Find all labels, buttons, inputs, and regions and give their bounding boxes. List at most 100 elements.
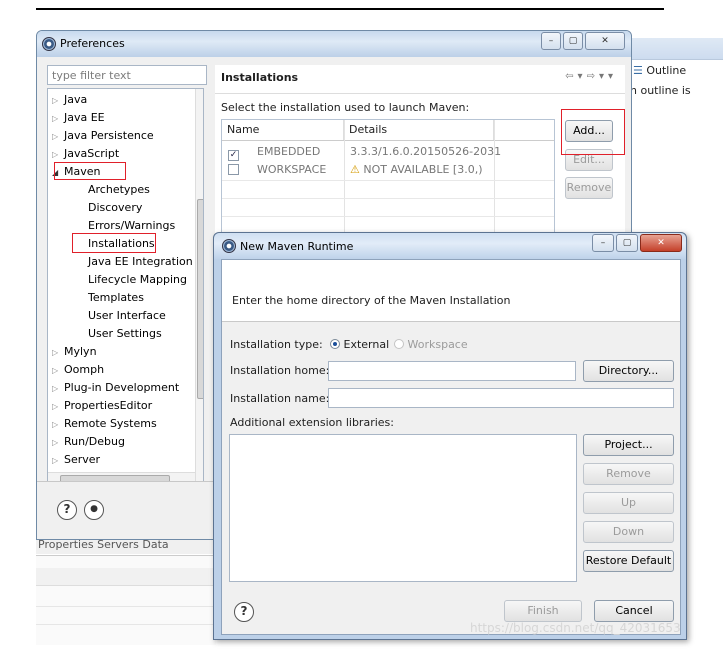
expand-arrow-icon: ▷ <box>52 96 59 105</box>
page-nav-arrows[interactable]: ⇦▾⇨▾▾ <box>565 71 617 82</box>
select-installation-text: Select the installation used to launch M… <box>221 101 470 114</box>
import-export-icon[interactable]: ● <box>84 500 104 520</box>
installations-highlight-box <box>72 233 156 253</box>
workbench-view-strip <box>630 38 723 60</box>
maximize-button[interactable]: ▢ <box>563 32 583 50</box>
expand-arrow-icon: ▷ <box>52 348 59 357</box>
remove-library-button[interactable]: Remove <box>583 463 674 485</box>
installation-type-label: Installation type: <box>230 338 323 351</box>
dialog-title: New Maven Runtime <box>240 240 354 253</box>
tree-item-java-ee[interactable]: ▷ Java EE <box>52 111 105 124</box>
tree-item-label: Templates <box>88 291 144 304</box>
down-button[interactable]: Down <box>583 521 674 543</box>
tree-vertical-scrollbar[interactable] <box>195 89 203 482</box>
maximize-button[interactable]: ▢ <box>616 234 638 252</box>
tree-item-java[interactable]: ▷ Java <box>52 93 87 106</box>
outline-message: n outline is <box>630 84 691 97</box>
finish-button[interactable]: Finish <box>504 600 582 622</box>
external-radio[interactable]: External <box>330 338 389 351</box>
installation-details: 3.3.3/1.6.0.20150526-2031 <box>350 145 502 158</box>
minimize-button[interactable]: – <box>592 234 614 252</box>
tree-item-label: Lifecycle Mapping <box>88 273 187 286</box>
outline-icon: ☰ <box>633 64 647 77</box>
tree-item-lifecycle-mapping[interactable]: Lifecycle Mapping <box>88 273 187 286</box>
tree-item-javascript[interactable]: ▷ JavaScript <box>52 147 119 160</box>
installation-details-cell: ⚠ NOT AVAILABLE [3.0,) <box>350 163 483 176</box>
tree-item-label: Java EE Integration <box>88 255 193 268</box>
expand-arrow-icon: ▷ <box>52 132 59 141</box>
bottom-view-panel <box>36 555 216 645</box>
radio-unselected-icon <box>394 339 404 349</box>
close-button[interactable]: ✕ <box>640 234 682 252</box>
external-radio-label: External <box>343 338 390 351</box>
tree-item-user-settings[interactable]: User Settings <box>88 327 162 340</box>
expand-arrow-icon: ▷ <box>52 420 59 429</box>
eclipse-icon <box>222 239 236 253</box>
bottom-view-row <box>36 624 216 625</box>
tree-item-server[interactable]: ▷ Server <box>52 453 100 466</box>
tree-item-java-ee-integration[interactable]: Java EE Integration <box>88 255 193 268</box>
column-header-name[interactable]: Name <box>222 120 344 140</box>
tree-item-label: Remote Systems <box>64 417 157 430</box>
installation-name: EMBEDDED <box>257 145 321 158</box>
tree-item-oomph[interactable]: ▷ Oomph <box>52 363 104 376</box>
help-icon[interactable]: ? <box>234 602 254 622</box>
page-title: Installations <box>221 71 299 84</box>
column-header-details[interactable]: Details <box>344 120 494 140</box>
tree-item-label: Plug-in Development <box>64 381 180 394</box>
tree-item-discovery[interactable]: Discovery <box>88 201 142 214</box>
installation-home-field[interactable] <box>328 361 576 381</box>
tree-item-run-debug[interactable]: ▷ Run/Debug <box>52 435 125 448</box>
preferences-footer: ? ● <box>37 481 217 539</box>
directory-button[interactable]: Directory... <box>583 360 674 382</box>
tree-item-user-interface[interactable]: User Interface <box>88 309 166 322</box>
checkbox-icon[interactable]: ✓ <box>228 150 239 161</box>
tree-item-label: Server <box>64 453 101 466</box>
close-button[interactable]: ✕ <box>585 32 625 50</box>
extension-libraries-list[interactable] <box>229 434 577 582</box>
tree-item-label: Errors/Warnings <box>88 219 176 232</box>
outline-tab-label: Outline <box>646 64 687 77</box>
eclipse-icon <box>42 37 56 51</box>
outline-tab[interactable]: ☰ Outline <box>633 64 686 77</box>
minimize-button[interactable]: – <box>541 32 561 50</box>
tree-item-archetypes[interactable]: Archetypes <box>88 183 150 196</box>
checkbox-icon[interactable] <box>228 164 239 175</box>
up-button[interactable]: Up <box>583 492 674 514</box>
tree-item-label: Oomph <box>64 363 105 376</box>
tree-item-label: Mylyn <box>64 345 97 358</box>
table-row[interactable]: ✓ EMBEDDED <box>228 145 320 161</box>
radio-selected-icon <box>330 339 340 349</box>
tree-item-errors-warnings[interactable]: Errors/Warnings <box>88 219 175 232</box>
row-divider <box>222 216 554 217</box>
tree-item-properties-editor[interactable]: ▷ PropertiesEditor <box>52 399 152 412</box>
tree-item-templates[interactable]: Templates <box>88 291 144 304</box>
tree-item-plugin-development[interactable]: ▷ Plug-in Development <box>52 381 179 394</box>
help-icon[interactable]: ? <box>57 500 77 520</box>
tree-item-java-persistence[interactable]: ▷ Java Persistence <box>52 129 154 142</box>
tree-item-label: Archetypes <box>88 183 150 196</box>
dialog-body: Enter the home directory of the Maven In… <box>221 259 681 635</box>
tree-item-remote-systems[interactable]: ▷ Remote Systems <box>52 417 157 430</box>
extension-libraries-label: Additional extension libraries: <box>230 416 394 429</box>
new-maven-runtime-dialog: New Maven Runtime – ▢ ✕ Enter the home d… <box>213 232 687 640</box>
preferences-title: Preferences <box>60 37 125 50</box>
tree-item-mylyn[interactable]: ▷ Mylyn <box>52 345 97 358</box>
scrollbar-thumb[interactable] <box>197 199 203 399</box>
tree-item-label: User Interface <box>88 309 166 322</box>
installation-name-field[interactable] <box>328 388 674 408</box>
add-highlight-box <box>561 109 625 155</box>
restore-default-button[interactable]: Restore Default <box>583 550 674 572</box>
workspace-radio[interactable]: Workspace <box>394 338 468 351</box>
dialog-message: Enter the home directory of the Maven In… <box>232 294 511 307</box>
dialog-titlebar: New Maven Runtime – ▢ ✕ <box>214 233 686 259</box>
tree-item-label: Java EE <box>64 111 105 124</box>
expand-arrow-icon: ▷ <box>52 438 59 447</box>
installation-home-label: Installation home: <box>230 364 330 377</box>
cancel-button[interactable]: Cancel <box>594 600 674 622</box>
project-button[interactable]: Project... <box>583 434 674 456</box>
remove-button[interactable]: Remove <box>565 177 613 199</box>
table-row[interactable]: WORKSPACE <box>228 163 326 176</box>
filter-input[interactable]: type filter text <box>47 65 207 85</box>
tree-item-label: PropertiesEditor <box>64 399 153 412</box>
